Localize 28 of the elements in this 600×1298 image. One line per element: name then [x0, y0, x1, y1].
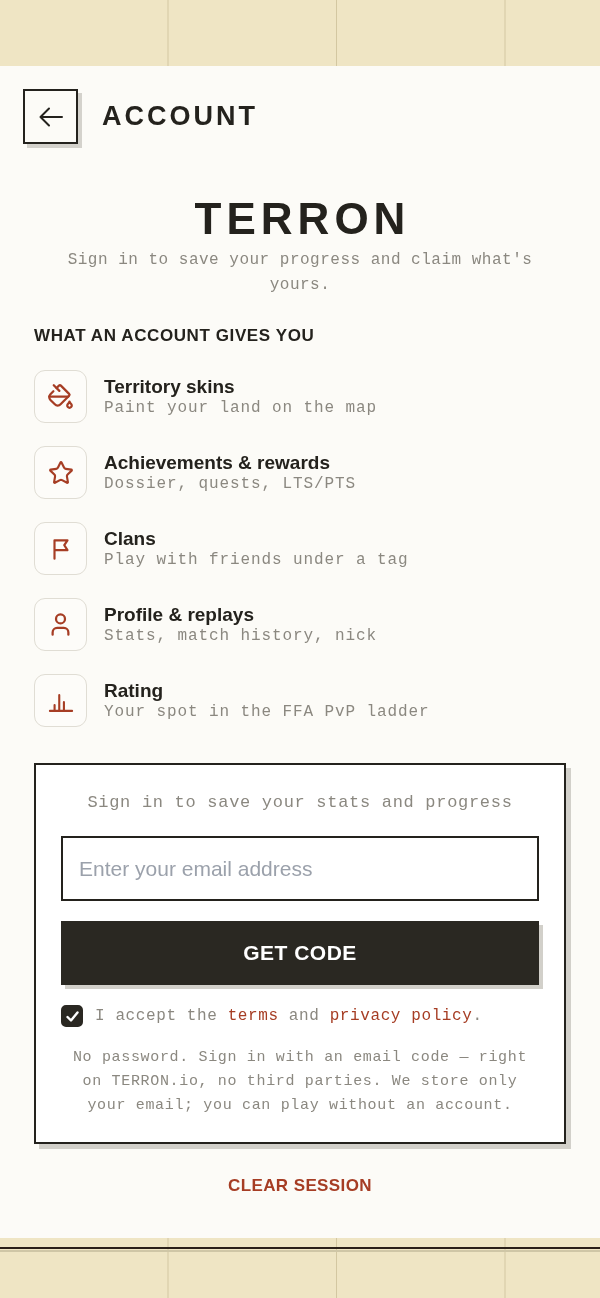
- privacy-note: No password. Sign in with an email code — right on TERRON.io, no third parties. We store only your email; you can play without an account.: [71, 1048, 529, 1116]
- page-title: ACCOUNT: [102, 101, 258, 132]
- benefit-title: Profile & replays: [104, 603, 255, 626]
- consent-text: I accept the terms and privacy policy.: [95, 1007, 483, 1025]
- benefit-description: Your spot in the FFA PvP ladder: [104, 702, 430, 722]
- benefit-description: Dossier, quests, LTS/PTS: [104, 474, 357, 494]
- consent-checkbox[interactable]: [61, 1005, 83, 1027]
- benefit-description: Paint your land on the map: [104, 398, 378, 418]
- benefit-title: Clans: [104, 527, 157, 550]
- benefit-title: Rating: [104, 679, 165, 702]
- email-input[interactable]: Enter your email address: [61, 836, 539, 901]
- sign-in-prompt: Sign in to save your stats and progress: [86, 792, 514, 814]
- benefit-description: Play with friends under a tag: [104, 550, 409, 570]
- privacy-policy-link[interactable]: privacy policy: [329, 1007, 473, 1025]
- checkmark-icon: [65, 1010, 79, 1022]
- bar-chart-icon: [34, 674, 87, 727]
- person-icon: [34, 598, 87, 651]
- back-arrow-icon: [38, 106, 63, 127]
- tagline: Sign in to save your progress and claim what's yours.: [66, 250, 534, 296]
- brand-logo: TERRON: [193, 194, 411, 244]
- flag-icon: [34, 522, 87, 575]
- benefit-title: Territory skins: [104, 375, 236, 398]
- benefit-title: Achievements & rewards: [104, 451, 331, 474]
- benefit-description: Stats, match history, nick: [104, 626, 378, 646]
- terms-link[interactable]: terms: [227, 1007, 279, 1025]
- section-heading: WHAT AN ACCOUNT GIVES YOU: [34, 325, 316, 347]
- clear-session-button[interactable]: CLEAR SESSION: [223, 1175, 377, 1197]
- paint-bucket-icon: [34, 370, 87, 423]
